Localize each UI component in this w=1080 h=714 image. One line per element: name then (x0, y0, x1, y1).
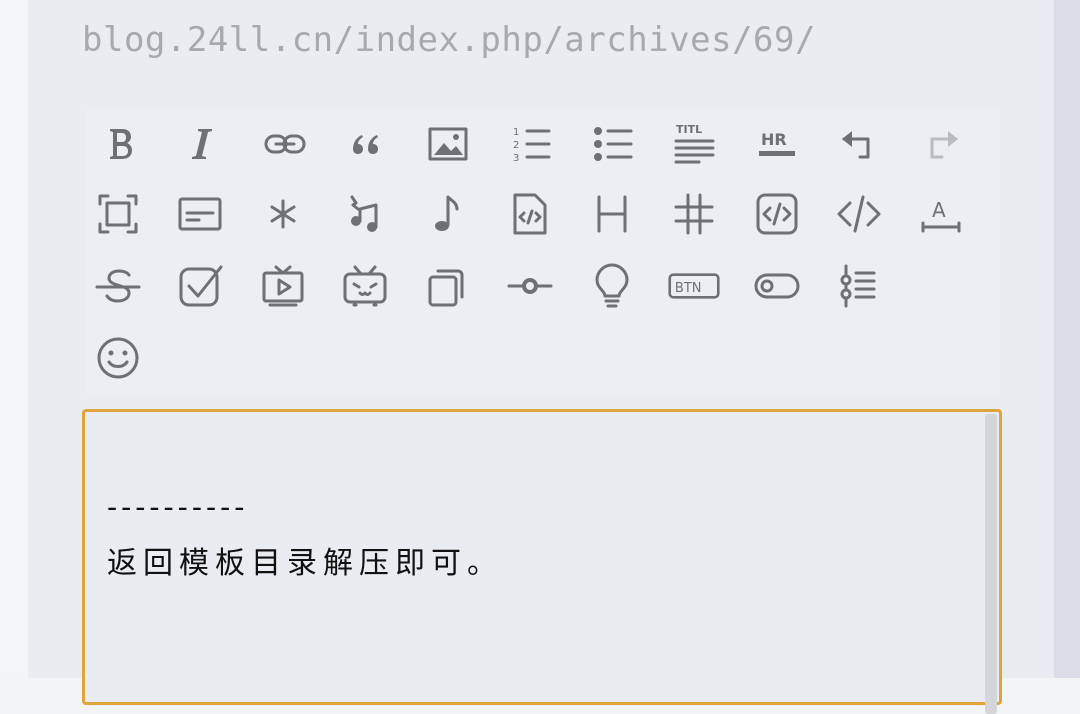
ordered-list-icon[interactable]: 1 2 3 (504, 118, 556, 170)
svg-text:HR: HR (761, 130, 787, 149)
quote-icon[interactable] (340, 118, 392, 170)
svg-text:1: 1 (513, 127, 519, 138)
card-icon[interactable] (174, 188, 226, 240)
undo-icon[interactable] (833, 118, 885, 170)
svg-text:2: 2 (513, 140, 519, 151)
heading-icon[interactable] (586, 188, 638, 240)
horizontal-rule-icon[interactable]: HR (751, 118, 803, 170)
bold-icon[interactable] (94, 118, 146, 170)
strikethrough-icon[interactable] (92, 260, 144, 312)
italic-icon[interactable] (177, 118, 229, 170)
editor-scrollbar[interactable] (985, 414, 997, 714)
music-note-icon[interactable] (421, 188, 473, 240)
editor-content[interactable]: ---------- 返回模板目录解压即可。 (107, 488, 969, 584)
toolbar-row-2: A (86, 178, 1000, 248)
video-icon[interactable] (257, 260, 309, 312)
hash-icon[interactable] (668, 188, 720, 240)
svg-text:TITL: TITL (676, 123, 702, 136)
editor-toolbar: 1 2 3 TITL HR A BTN (86, 108, 1000, 394)
link-icon[interactable] (259, 118, 311, 170)
code-block-icon[interactable] (751, 188, 803, 240)
timeline-icon[interactable] (833, 260, 885, 312)
title-icon[interactable]: TITL (668, 118, 720, 170)
fullscreen-icon[interactable] (92, 188, 144, 240)
lightbulb-icon[interactable] (586, 260, 638, 312)
asterisk-icon[interactable] (257, 188, 309, 240)
image-icon[interactable] (422, 118, 474, 170)
btn-icon[interactable]: BTN (668, 260, 720, 312)
text-underline-icon[interactable]: A (915, 188, 967, 240)
toggle-icon[interactable] (751, 260, 803, 312)
copy-icon[interactable] (421, 260, 473, 312)
svg-text:A: A (932, 198, 946, 222)
slider-icon[interactable] (504, 260, 556, 312)
music-list-icon[interactable] (339, 188, 391, 240)
bilibili-icon[interactable] (339, 260, 391, 312)
left-margin (0, 0, 28, 678)
toolbar-row-3: BTN (86, 250, 1000, 320)
toolbar-row-1: 1 2 3 TITL HR (86, 108, 1000, 178)
editor-divider-line: ---------- (107, 490, 249, 525)
content-editor-textarea[interactable]: ---------- 返回模板目录解压即可。 (82, 409, 1002, 714)
editor-text-line: 返回模板目录解压即可。 (107, 546, 503, 581)
checkbox-icon[interactable] (174, 260, 226, 312)
svg-text:BTN: BTN (675, 281, 702, 296)
svg-text:3: 3 (513, 153, 519, 164)
permalink-text[interactable]: blog.24ll.cn/index.php/archives/69/ (82, 20, 816, 60)
redo-icon[interactable] (915, 118, 967, 170)
emoji-icon[interactable] (92, 332, 144, 384)
inline-code-icon[interactable] (833, 188, 885, 240)
unordered-list-icon[interactable] (586, 118, 638, 170)
code-file-icon[interactable] (504, 188, 556, 240)
right-margin (1054, 0, 1080, 678)
toolbar-row-4 (86, 322, 1000, 392)
